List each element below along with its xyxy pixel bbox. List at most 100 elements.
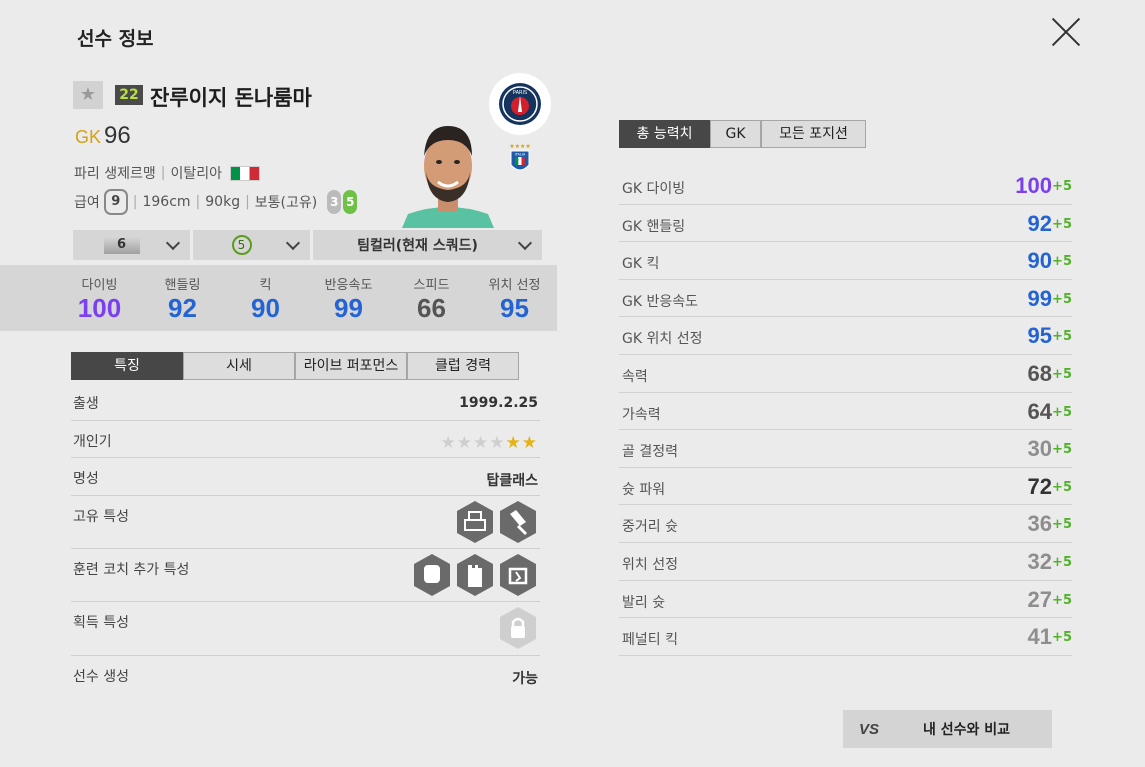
attribute-name: GK 핸들링 <box>622 218 686 235</box>
summary-stat-label: 다이빙 <box>81 278 118 293</box>
attribute-name: GK 반응속도 <box>622 293 698 310</box>
trait-gloves-icon[interactable] <box>412 553 452 597</box>
attribute-name: 슛 파워 <box>622 481 666 498</box>
attribute-value: 64 <box>1027 398 1052 424</box>
compare-button[interactable]: VS 내 선수와 비교 <box>843 710 1052 748</box>
fame-label: 명성 <box>73 471 99 487</box>
attribute-row: GK 위치 선정 95 +5 <box>619 317 1072 355</box>
attribute-bonus: +5 <box>1052 479 1072 495</box>
tab-price[interactable]: 시세 <box>183 352 295 380</box>
club-logo-text: PARIS <box>513 90 527 96</box>
trait-row-unique: 고유 특성 <box>71 496 540 549</box>
attribute-bonus: +5 <box>1052 329 1072 345</box>
summary-stat-label: 반응속도 <box>324 278 373 293</box>
attribute-row: 중거리 슛 36 +5 <box>619 505 1072 543</box>
attribute-row: 골 결정력 30 +5 <box>619 430 1072 468</box>
attribute-value: 100 <box>1015 173 1052 198</box>
player-name: 잔루이지 돈나룸마 <box>150 86 312 110</box>
tab-all-positions[interactable]: 모든 포지션 <box>761 120 866 148</box>
attribute-bonus: +5 <box>1052 366 1072 382</box>
attribute-row: 발리 슛 27 +5 <box>619 581 1072 619</box>
attribute-row: 가속력 64 +5 <box>619 393 1072 431</box>
attribute-name: 골 결정력 <box>622 444 678 461</box>
tab-gk[interactable]: GK <box>710 120 761 148</box>
summary-stat-label: 킥 <box>259 278 272 293</box>
psg-crest-icon: PARIS <box>489 73 551 135</box>
vs-icon: VS <box>859 720 880 738</box>
summary-stat-value: 99 <box>334 293 363 323</box>
attribute-row: GK 다이빙 100 +5 <box>619 167 1072 205</box>
tab-traits[interactable]: 특징 <box>71 352 183 380</box>
popularity-label: 개인기 <box>73 434 112 450</box>
club-name: 파리 생제르맹 <box>74 166 156 182</box>
tab-total-stats[interactable]: 총 능력치 <box>619 120 710 148</box>
attribute-value: 90 <box>1027 248 1052 274</box>
tab-live-performance[interactable]: 라이브 퍼포먼스 <box>295 352 407 380</box>
trait-row-acquired: 획득 특성 <box>71 602 540 656</box>
attribute-row: GK 킥 90 +5 <box>619 242 1072 280</box>
body-type: 보통(고유) <box>254 195 318 211</box>
summary-stat: 핸들링 92 <box>141 265 224 331</box>
trait-row-popularity: 개인기 ★★★★★★ <box>71 421 540 458</box>
attribute-list: GK 다이빙 100 +5 GK 핸들링 92 +5 GK 킥 90 +5 GK 반응속도 99 +5… <box>619 167 1072 656</box>
summary-stat-label: 핸들링 <box>164 278 201 293</box>
player-photo <box>402 118 494 228</box>
attribute-value: 32 <box>1027 548 1052 574</box>
tab-club-career[interactable]: 클럽 경력 <box>407 352 519 380</box>
trait-tower-icon[interactable] <box>455 553 495 597</box>
attribute-name: 페널티 킥 <box>622 632 678 649</box>
wage-badge: 9 <box>103 189 128 215</box>
trait-list: 출생 1999.2.25 개인기 ★★★★★★ 명성 탑클래스 고유 특성 훈련… <box>71 383 540 692</box>
team-color-label: 팀컬러(현재 스쿼드) <box>357 238 478 254</box>
enhance-level-select[interactable]: 6 <box>73 230 190 260</box>
team-color-select[interactable]: 팀컬러(현재 스쿼드) <box>313 230 542 260</box>
attribute-name: GK 킥 <box>622 256 660 273</box>
wage-label: 급여 <box>74 195 100 211</box>
attribute-value: 41 <box>1027 624 1052 650</box>
attribute-value: 36 <box>1027 511 1052 537</box>
chevron-down-icon <box>285 235 301 251</box>
attribute-value: 95 <box>1027 323 1052 349</box>
summary-stat-value: 95 <box>500 293 529 323</box>
attribute-name: 속력 <box>622 368 648 385</box>
attribute-row: 위치 선정 32 +5 <box>619 543 1072 581</box>
svg-text:★★★★: ★★★★ <box>509 143 531 150</box>
attribute-bonus: +5 <box>1052 404 1072 420</box>
attribute-bonus: +5 <box>1052 592 1072 608</box>
lock-icon <box>500 607 536 649</box>
trait-row-fame: 명성 탑클래스 <box>71 458 540 496</box>
summary-stats-strip: 다이빙 100 핸들링 92 킥 90 반응속도 99 스피드 66 위치 선정 95 <box>0 265 557 331</box>
close-icon[interactable] <box>1050 16 1082 48</box>
attribute-value: 68 <box>1027 360 1052 386</box>
attribute-name: 중거리 슛 <box>622 519 678 536</box>
trait-sweeper-icon[interactable] <box>455 500 495 544</box>
attribute-name: GK 위치 선정 <box>622 331 703 348</box>
attribute-name: 위치 선정 <box>622 556 678 573</box>
birth-value: 1999.2.25 <box>459 395 538 411</box>
trait-catch-icon[interactable] <box>498 553 538 597</box>
attribute-name: 가속력 <box>622 406 661 423</box>
italy-crest-icon: ★★★★ ITALIA <box>509 141 531 175</box>
attribute-bonus: +5 <box>1052 442 1072 458</box>
level-circle: 5 <box>231 235 252 255</box>
coach-trait-label: 훈련 코치 추가 특성 <box>73 562 190 578</box>
trait-glove-icon[interactable] <box>498 500 538 544</box>
enhance-chip: 6 <box>103 236 140 254</box>
unique-trait-label: 고유 특성 <box>73 509 129 525</box>
stat-tabs: 총 능력치 GK 모든 포지션 <box>619 120 866 148</box>
attribute-row: 슛 파워 72 +5 <box>619 468 1072 506</box>
separator: | <box>160 165 166 181</box>
attribute-row: GK 반응속도 99 +5 <box>619 280 1072 318</box>
attribute-name: GK 다이빙 <box>622 181 686 197</box>
favorite-star-icon[interactable]: ★ <box>73 81 103 109</box>
summary-stat: 반응속도 99 <box>307 265 390 331</box>
height: 196cm <box>142 194 191 210</box>
attribute-value: 99 <box>1027 285 1052 311</box>
attribute-name: 발리 슛 <box>622 594 666 611</box>
player-level-select[interactable]: 5 <box>193 230 310 260</box>
summary-stat: 킥 90 <box>224 265 307 331</box>
attribute-bonus: +5 <box>1052 517 1072 533</box>
summary-stat-value: 100 <box>77 293 122 323</box>
info-tabs: 특징 시세 라이브 퍼포먼스 클럽 경력 <box>71 352 519 380</box>
chevron-down-icon <box>165 235 181 251</box>
